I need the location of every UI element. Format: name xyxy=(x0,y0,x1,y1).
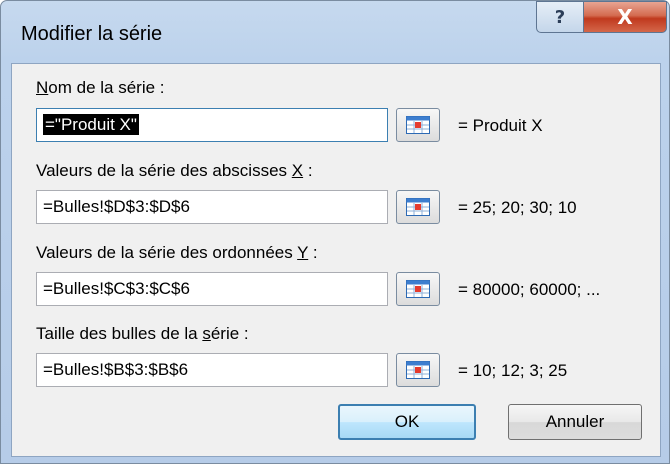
y-values-preview: = 80000; 60000; ... xyxy=(458,280,601,299)
dialog-title: Modifier la série xyxy=(21,23,163,45)
series-name-input[interactable]: ="Produit X" xyxy=(36,108,388,142)
x-values-range-button[interactable] xyxy=(396,190,440,224)
ok-button[interactable]: OK xyxy=(338,404,476,440)
range-picker-icon xyxy=(406,116,430,134)
help-icon: ? xyxy=(554,6,566,28)
range-picker-icon xyxy=(406,280,430,298)
cancel-button[interactable]: Annuler xyxy=(508,404,642,440)
series-name-range-button[interactable] xyxy=(396,108,440,142)
dialog-window: Modifier la série ? X Nom de la série : … xyxy=(0,0,670,464)
range-picker-icon xyxy=(406,361,430,379)
bubble-size-input[interactable]: =Bulles!$B$3:$B$6 xyxy=(36,353,388,387)
x-values-input[interactable]: =Bulles!$D$3:$D$6 xyxy=(36,190,388,224)
title-bar[interactable]: Modifier la série ? X xyxy=(1,1,669,65)
x-values-preview: = 25; 20; 30; 10 xyxy=(458,198,577,217)
dialog-body: Nom de la série : ="Produit X" = Produit… xyxy=(11,63,661,457)
y-values-label: Valeurs de la série des ordonnées Y : xyxy=(36,243,318,262)
close-icon: X xyxy=(617,5,633,29)
close-button[interactable]: X xyxy=(583,1,667,33)
bubble-size-preview: = 10; 12; 3; 25 xyxy=(458,361,568,380)
series-name-label: Nom de la série : xyxy=(36,78,165,97)
bubble-size-range-button[interactable] xyxy=(396,353,440,387)
series-name-preview: = Produit X xyxy=(458,116,543,135)
range-picker-icon xyxy=(406,198,430,216)
help-button[interactable]: ? xyxy=(536,1,584,33)
series-name-value: ="Produit X" xyxy=(43,114,139,135)
bubble-size-label: Taille des bulles de la série : xyxy=(36,324,249,343)
y-values-range-button[interactable] xyxy=(396,272,440,306)
y-values-input[interactable]: =Bulles!$C$3:$C$6 xyxy=(36,272,388,306)
x-values-label: Valeurs de la série des abscisses X : xyxy=(36,161,313,180)
